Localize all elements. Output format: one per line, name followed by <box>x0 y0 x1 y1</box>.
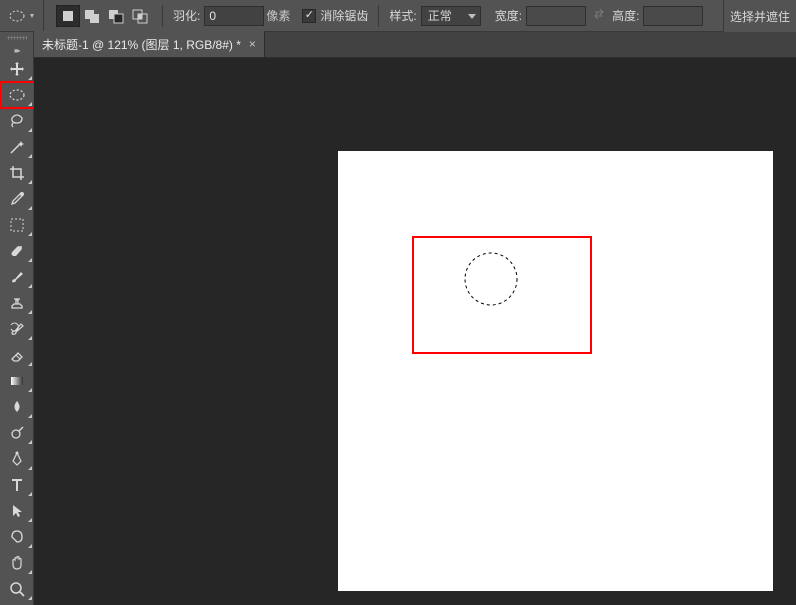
path-selection-tool[interactable] <box>0 498 34 524</box>
elliptical-selection-marquee <box>464 252 518 306</box>
move-tool[interactable] <box>0 56 34 82</box>
divider <box>378 5 379 27</box>
selection-add-icon[interactable] <box>80 5 104 27</box>
width-label: 宽度: <box>495 7 522 24</box>
panel-collapse-icon[interactable]: ▸▸ <box>0 44 33 56</box>
shape-tool[interactable] <box>0 524 34 550</box>
tool-preset-picker[interactable] <box>0 0 44 32</box>
history-brush-tool[interactable] <box>0 316 34 342</box>
eraser-tool[interactable] <box>0 342 34 368</box>
height-label: 高度: <box>612 7 639 24</box>
panel-grip[interactable] <box>0 32 33 44</box>
antialias-checkbox[interactable] <box>302 9 316 23</box>
selection-new-icon[interactable] <box>56 5 80 27</box>
lasso-tool[interactable] <box>0 108 34 134</box>
document-tab-bar: 未标题-1 @ 121% (图层 1, RGB/8#) * × <box>34 32 796 58</box>
feather-input[interactable] <box>204 6 264 26</box>
zoom-tool[interactable] <box>0 576 34 602</box>
type-tool[interactable] <box>0 472 34 498</box>
document-canvas[interactable] <box>338 151 773 591</box>
divider <box>162 5 163 27</box>
spot-healing-tool[interactable] <box>0 238 34 264</box>
magic-wand-tool[interactable] <box>0 134 34 160</box>
selection-subtract-icon[interactable] <box>104 5 128 27</box>
frame-tool[interactable] <box>0 212 34 238</box>
tool-panel: ▸▸ <box>0 32 34 605</box>
style-value: 正常 <box>428 7 452 24</box>
brush-tool[interactable] <box>0 264 34 290</box>
elliptical-marquee-tool[interactable] <box>0 82 34 108</box>
gradient-tool[interactable] <box>0 368 34 394</box>
antialias-label: 消除锯齿 <box>320 7 368 24</box>
style-select[interactable]: 正常 <box>421 6 481 26</box>
style-field: 样式: 正常 <box>389 6 480 26</box>
style-label: 样式: <box>389 7 416 24</box>
select-and-mask-button[interactable]: 选择并遮住 <box>723 0 796 32</box>
hand-tool[interactable] <box>0 550 34 576</box>
width-input <box>526 6 586 26</box>
feather-label: 羽化: <box>173 7 200 24</box>
crop-tool[interactable] <box>0 160 34 186</box>
blur-tool[interactable] <box>0 394 34 420</box>
eyedropper-tool[interactable] <box>0 186 34 212</box>
options-bar: 羽化: 像素 消除锯齿 样式: 正常 宽度: 高度: 选择并遮住 <box>0 0 796 32</box>
swap-dimensions-icon <box>592 7 606 24</box>
height-input <box>643 6 703 26</box>
work-area <box>34 58 796 605</box>
feather-field: 羽化: 像素 <box>173 6 290 26</box>
selection-intersect-icon[interactable] <box>128 5 152 27</box>
width-field: 宽度: <box>495 6 586 26</box>
dodge-tool[interactable] <box>0 420 34 446</box>
selection-mode-group <box>56 5 152 27</box>
antialias-field[interactable]: 消除锯齿 <box>302 7 368 24</box>
clone-stamp-tool[interactable] <box>0 290 34 316</box>
close-icon[interactable]: × <box>249 37 256 51</box>
height-field: 高度: <box>612 6 703 26</box>
document-tab[interactable]: 未标题-1 @ 121% (图层 1, RGB/8#) * × <box>34 31 265 57</box>
document-tab-title: 未标题-1 @ 121% (图层 1, RGB/8#) * <box>42 36 241 53</box>
pen-tool[interactable] <box>0 446 34 472</box>
feather-unit: 像素 <box>266 7 290 24</box>
